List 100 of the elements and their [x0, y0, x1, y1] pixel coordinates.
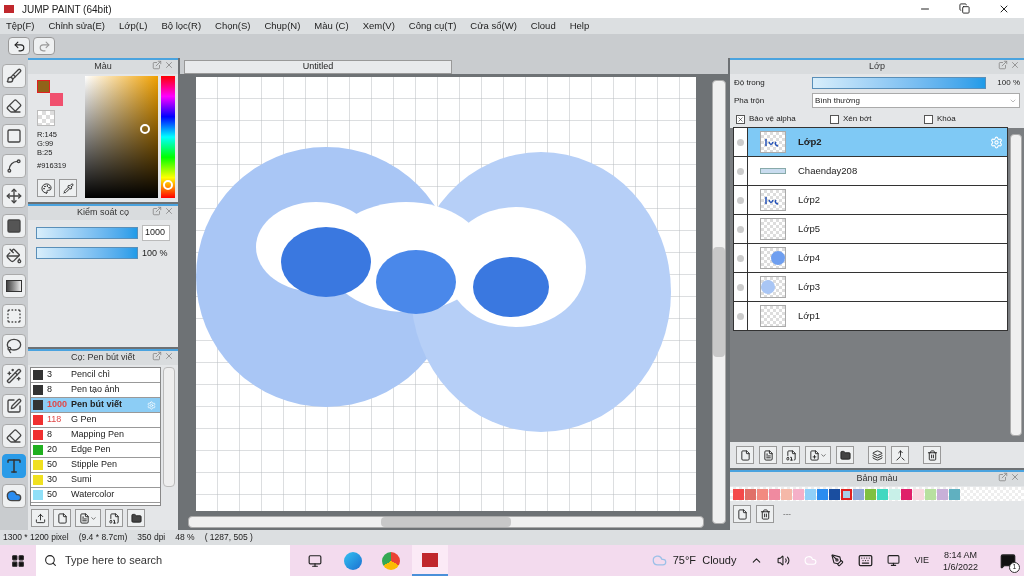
- menu-item[interactable]: Tệp(F): [6, 18, 35, 34]
- palette-swatch[interactable]: [853, 488, 864, 500]
- hue-handle[interactable]: [163, 180, 174, 190]
- tool-button[interactable]: [2, 184, 26, 208]
- hue-bar[interactable]: [161, 76, 175, 198]
- brush-item[interactable]: 3 Pencil chì: [31, 368, 160, 383]
- scrollbar[interactable]: [1010, 134, 1022, 436]
- palette-swatch[interactable]: [925, 488, 936, 500]
- layer-row[interactable]: Chaenday208: [733, 156, 1008, 186]
- option-checkbox[interactable]: Bảo vệ alpha: [736, 113, 830, 125]
- palette-swatch[interactable]: [865, 488, 876, 500]
- menu-item[interactable]: Help: [569, 18, 590, 34]
- palette-swatch[interactable]: [757, 488, 768, 500]
- brush-item[interactable]: 8 Mapping Pen: [31, 428, 160, 443]
- delete-button[interactable]: [756, 505, 774, 523]
- upload-button[interactable]: [31, 509, 49, 527]
- detach-icon[interactable]: [998, 60, 1008, 70]
- palette-swatch[interactable]: [889, 488, 900, 500]
- background-swatch[interactable]: [50, 93, 63, 106]
- color-picker-handle[interactable]: [140, 124, 151, 134]
- option-checkbox[interactable]: Xén bớt: [830, 113, 924, 125]
- brush-item[interactable]: 50 Stipple Pen: [31, 458, 160, 473]
- speaker-icon[interactable]: [777, 554, 791, 567]
- layer-action-button[interactable]: [759, 446, 777, 464]
- horizontal-scrollbar[interactable]: [188, 516, 704, 528]
- tool-button[interactable]: [2, 94, 26, 118]
- search-field[interactable]: Type here to search: [36, 545, 290, 576]
- layer-row[interactable]: Lớp2: [733, 185, 1008, 215]
- palette-swatch[interactable]: [901, 488, 912, 500]
- palette-swatch[interactable]: [745, 488, 756, 500]
- browser-icon[interactable]: [382, 551, 400, 570]
- duplicate-button[interactable]: [868, 446, 886, 464]
- palette-swatch[interactable]: [829, 488, 840, 500]
- scrollbar-thumb[interactable]: [381, 517, 511, 527]
- layer-row[interactable]: Lớp3: [733, 272, 1008, 302]
- menu-item[interactable]: Chỉnh sửa(E): [48, 18, 106, 34]
- foreground-swatch[interactable]: [37, 80, 50, 93]
- palette-swatch[interactable]: [877, 488, 888, 500]
- detach-icon[interactable]: [152, 60, 162, 70]
- menu-item[interactable]: Chọn(S): [215, 18, 251, 34]
- tool-button[interactable]: [2, 214, 26, 238]
- layer-action-button[interactable]: [782, 446, 800, 464]
- layer-row[interactable]: Lớp2: [733, 127, 1008, 157]
- undo-button[interactable]: [8, 37, 30, 55]
- option-checkbox[interactable]: Khóa: [924, 113, 1018, 125]
- browser-icon[interactable]: [344, 551, 362, 570]
- close-icon[interactable]: [998, 3, 1010, 15]
- brush-item[interactable]: 30 Sumi: [31, 473, 160, 488]
- menu-item[interactable]: Xem(V): [362, 18, 395, 34]
- new-palette-button[interactable]: [733, 505, 751, 523]
- canvas-tab[interactable]: Untitled: [184, 60, 452, 74]
- palette-swatch[interactable]: [949, 488, 960, 500]
- color-field[interactable]: [85, 76, 159, 198]
- brush-item[interactable]: 50 Watercolor: [31, 488, 160, 503]
- palette-swatch[interactable]: [793, 488, 804, 500]
- transparent-swatch[interactable]: [37, 110, 55, 126]
- size-value-field[interactable]: 1000: [142, 225, 170, 241]
- detach-icon[interactable]: [152, 206, 162, 216]
- palette-button[interactable]: [37, 179, 55, 197]
- tool-button[interactable]: [2, 394, 26, 418]
- restore-icon[interactable]: [959, 3, 970, 14]
- tool-button[interactable]: [2, 154, 26, 178]
- weather-text[interactable]: 75°F Cloudy: [672, 552, 737, 569]
- slider[interactable]: [37, 248, 137, 259]
- palette-swatch[interactable]: [913, 488, 924, 500]
- detach-icon[interactable]: [998, 472, 1008, 482]
- menu-item[interactable]: Chụp(N): [264, 18, 301, 34]
- palette-swatch[interactable]: [817, 488, 828, 500]
- eyedropper-button[interactable]: [59, 179, 77, 197]
- brush-item[interactable]: 118 G Pen: [31, 413, 160, 428]
- folder-button[interactable]: [836, 446, 854, 464]
- tool-button[interactable]: [2, 364, 26, 388]
- menu-item[interactable]: Cloud: [530, 18, 556, 34]
- brush-item[interactable]: 1000 Pen bút viết: [31, 398, 160, 413]
- palette-swatch[interactable]: [937, 488, 948, 500]
- clock[interactable]: 8:14 AM 1/6/2022: [942, 548, 978, 573]
- menu-item[interactable]: Bộ lọc(R): [161, 18, 202, 34]
- palette-swatch[interactable]: [769, 488, 780, 500]
- tool-button[interactable]: [2, 334, 26, 358]
- keyboard-icon[interactable]: [858, 553, 874, 568]
- tool-button[interactable]: [2, 424, 26, 448]
- menu-item[interactable]: Lớp(L): [119, 18, 148, 34]
- palette-swatch[interactable]: [805, 488, 816, 500]
- scrollbar-thumb[interactable]: [713, 247, 725, 357]
- palette-swatch[interactable]: [841, 488, 852, 500]
- folder-button[interactable]: [127, 509, 145, 527]
- script-button[interactable]: [105, 509, 123, 527]
- brush-menu-button[interactable]: [75, 509, 101, 527]
- layer-row[interactable]: Lớp4: [733, 243, 1008, 273]
- blend-mode-dropdown[interactable]: Bình thường: [812, 93, 1020, 108]
- brush-item[interactable]: 20 Edge Pen: [31, 443, 160, 458]
- slider[interactable]: [813, 78, 985, 88]
- app-taskbar-button[interactable]: [412, 545, 448, 576]
- slider[interactable]: [37, 227, 137, 238]
- brush-item[interactable]: 8 Pen tạo ảnh: [31, 383, 160, 398]
- merge-button[interactable]: [891, 446, 909, 464]
- delete-button[interactable]: [923, 446, 941, 464]
- tool-button[interactable]: [2, 274, 26, 298]
- tool-button[interactable]: [2, 484, 26, 508]
- palette-swatch[interactable]: [733, 488, 744, 500]
